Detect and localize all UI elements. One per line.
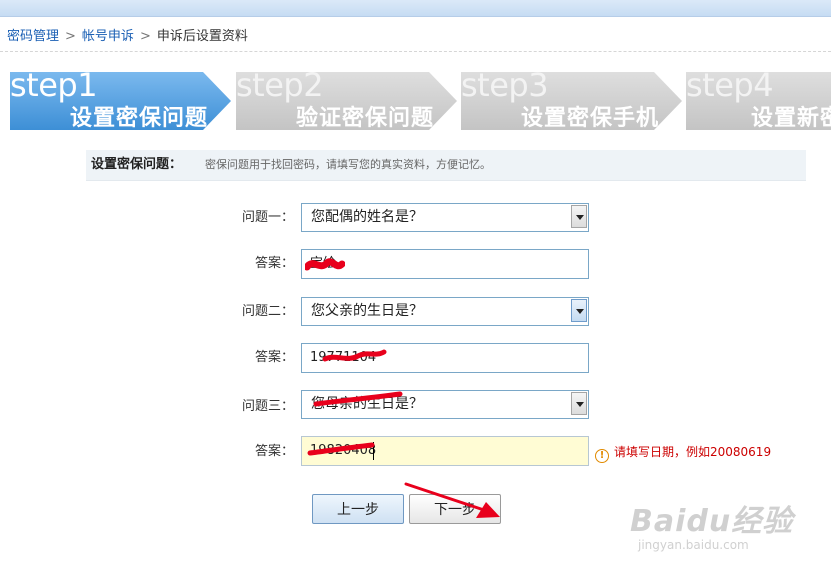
step-4: step4 设置新密 [686, 72, 831, 130]
step-2: step2 验证密保问题 [236, 66, 457, 131]
top-bar [0, 0, 831, 17]
previous-step-button[interactable]: 上一步 [312, 494, 404, 524]
breadcrumb-separator: > [65, 29, 76, 44]
warning-icon: ! [595, 449, 609, 463]
step-4-title: 设置新密 [751, 106, 831, 130]
step-2-title: 验证密保问题 [295, 106, 434, 131]
question-3-label: 问题三： [241, 399, 294, 414]
answer-1-value: 宝绘 [310, 256, 337, 271]
next-step-button[interactable]: 下一步 [409, 494, 501, 524]
info-tip: 密保问题用于找回密码，请填写您的真实资料，方便记忆。 [205, 158, 491, 171]
info-bar: 设置密保问题： 密保问题用于找回密码，请填写您的真实资料，方便记忆。 [86, 150, 806, 181]
breadcrumb-account-appeal[interactable]: 帐号申诉 [82, 29, 134, 44]
question-1-value: 您配偶的姓名是？ [311, 209, 423, 225]
info-label: 设置密保问题： [91, 157, 183, 172]
breadcrumb-current: 申诉后设置资料 [156, 29, 248, 44]
watermark-brand: Baidu经验 [630, 504, 794, 539]
answer-3-input[interactable]: 19820408 [301, 436, 589, 466]
question-3-select[interactable]: 您母亲的生日是？ [301, 390, 589, 419]
answer-2-label: 答案： [254, 350, 294, 365]
baidu-watermark: Baidu经验 jingyan.baidu.com [630, 488, 820, 568]
step-1-title: 设置密保问题 [69, 106, 208, 131]
question-1-label: 问题一： [241, 210, 294, 225]
step-3: step3 设置密保手机 [461, 66, 682, 131]
chevron-down-icon[interactable] [571, 392, 587, 415]
question-2-label: 问题二： [241, 304, 294, 319]
divider [0, 51, 831, 52]
breadcrumb-password-management[interactable]: 密码管理 [7, 29, 59, 44]
question-2-value: 您父亲的生日是？ [311, 303, 423, 319]
watermark-url: jingyan.baidu.com [638, 538, 749, 552]
step-1: step1 设置密保问题 [10, 66, 231, 131]
question-2-select[interactable]: 您父亲的生日是？ [301, 297, 589, 326]
answer-2-value: 19771104 [310, 350, 377, 365]
chevron-down-icon[interactable] [571, 299, 587, 322]
breadcrumb-separator: > [139, 29, 151, 44]
step-3-number: step3 [461, 66, 549, 104]
question-3-value: 您母亲的生日是？ [311, 396, 423, 412]
step-3-title: 设置密保手机 [520, 106, 659, 131]
question-1-select[interactable]: 您配偶的姓名是？ [301, 203, 589, 232]
breadcrumb: 密码管理 > 帐号申诉 > 申诉后设置资料 [7, 27, 248, 47]
answer-1-label: 答案： [254, 256, 294, 271]
step-2-number: step2 [236, 66, 324, 104]
text-caret [373, 442, 374, 460]
answer-3-label: 答案： [254, 444, 294, 459]
error-message: ! 请填写日期，例如20080619 [595, 443, 772, 463]
step-1-number: step1 [10, 66, 98, 104]
answer-3-value: 19820408 [310, 443, 377, 458]
error-text: 请填写日期，例如20080619 [614, 445, 772, 459]
answer-2-input[interactable]: 19771104 [301, 343, 589, 373]
chevron-down-icon[interactable] [571, 205, 587, 228]
answer-1-input[interactable]: 宝绘 [301, 249, 589, 279]
